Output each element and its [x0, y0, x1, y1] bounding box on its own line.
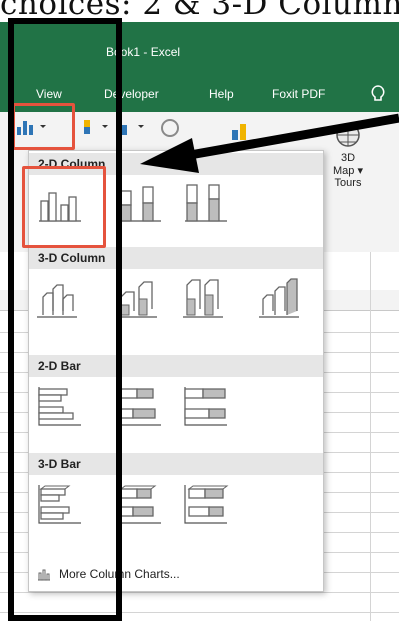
annotation-arrow: [140, 113, 399, 173]
